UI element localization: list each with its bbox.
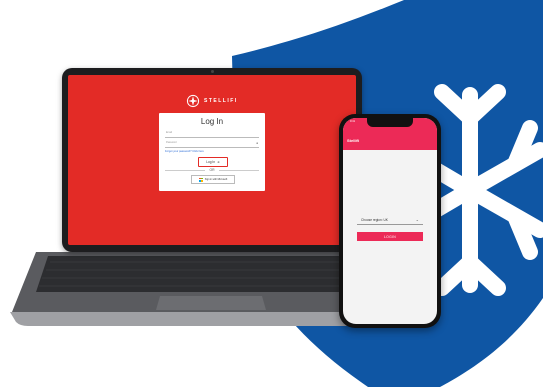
- stellifi-logo-icon: [186, 94, 200, 108]
- email-field[interactable]: Email: [165, 130, 259, 138]
- arrow-right-icon: ➜: [217, 160, 220, 164]
- marketing-scene: STELLIFI Log In Email Password ● Forgot …: [0, 0, 543, 387]
- eye-icon[interactable]: ●: [256, 141, 258, 145]
- phone-login-button[interactable]: LOGIN: [357, 232, 423, 241]
- microsoft-button-label: Sign in with Microsoft: [204, 178, 228, 181]
- region-select-value: Choose region: UK: [361, 218, 388, 222]
- microsoft-signin-button[interactable]: Sign in with Microsoft: [191, 175, 235, 184]
- password-placeholder: Password: [166, 141, 177, 144]
- login-button-label: Log In: [206, 160, 216, 164]
- brand-name: STELLIFI: [204, 98, 238, 104]
- divider-right: [219, 170, 259, 171]
- microsoft-icon: [198, 177, 203, 182]
- login-card: Log In Email Password ● Forgot your pass…: [159, 113, 265, 191]
- phone: 9:41 Stellifi Choose region: UK ⌄ LOGIN: [339, 114, 441, 328]
- login-button[interactable]: Log In ➜: [198, 157, 228, 167]
- login-title: Log In: [200, 117, 224, 126]
- brand: STELLIFI: [186, 94, 238, 108]
- app-header: 9:41 Stellifi: [343, 118, 437, 150]
- status-time: 9:41: [350, 120, 356, 123]
- phone-screen: 9:41 Stellifi Choose region: UK ⌄ LOGIN: [343, 118, 437, 324]
- region-select[interactable]: Choose region: UK ⌄: [357, 216, 423, 225]
- email-placeholder: Email: [166, 131, 172, 134]
- forgot-password-link[interactable]: Forgot your password? Click here: [165, 150, 204, 153]
- app-title: Stellifi: [347, 138, 360, 143]
- phone-notch: [367, 118, 413, 127]
- chevron-down-icon: ⌄: [415, 217, 419, 222]
- laptop: STELLIFI Log In Email Password ● Forgot …: [62, 68, 362, 252]
- camera-dot: [211, 70, 214, 73]
- password-field[interactable]: Password ●: [165, 140, 259, 148]
- laptop-screen: STELLIFI Log In Email Password ● Forgot …: [68, 75, 356, 245]
